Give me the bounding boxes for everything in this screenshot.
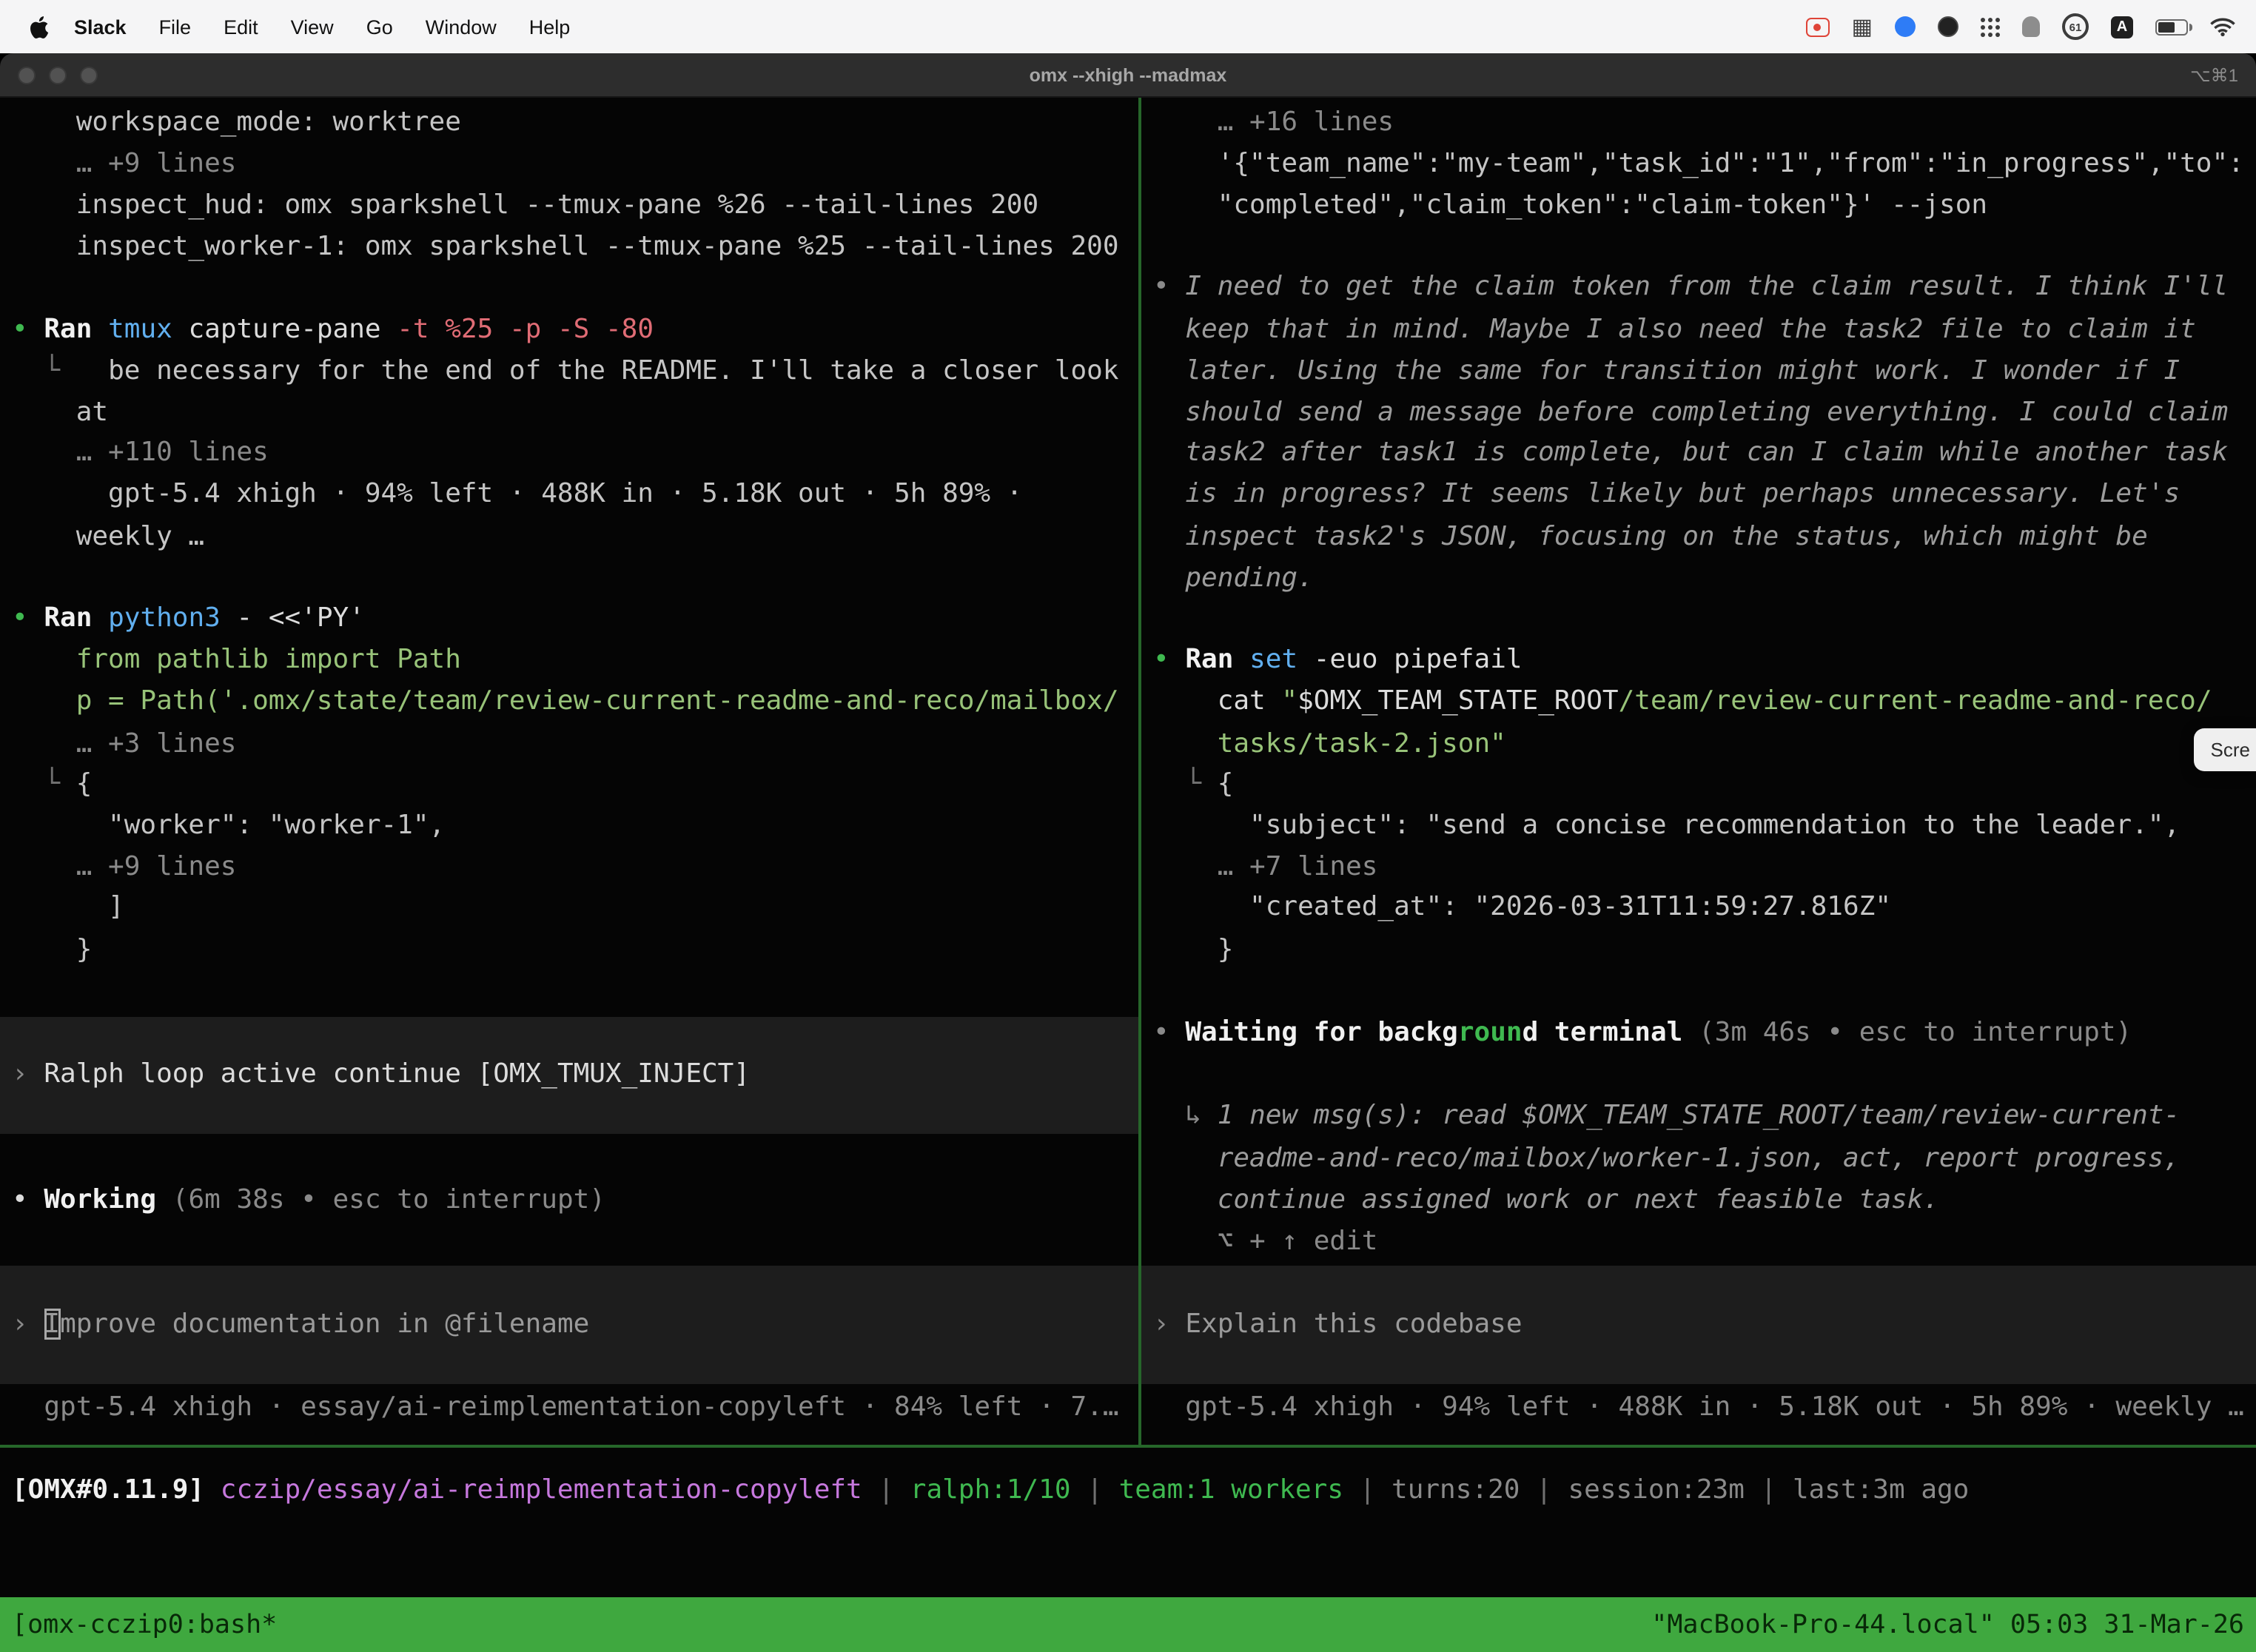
terminal-line: ] <box>12 887 124 928</box>
terminal-line: › Explain this codebase <box>1153 1304 1523 1346</box>
terminal-line: └ { <box>12 764 92 805</box>
minimize-button[interactable] <box>49 66 67 84</box>
terminal-line: … +16 lines <box>1153 102 1394 144</box>
terminal-line: at <box>12 392 108 434</box>
terminal-line: pending. <box>1153 558 1314 600</box>
omx-hud-pane: [OMX#0.11.9] cczip/essay/ai-reimplementa… <box>0 1448 2256 1597</box>
ghost-app-icon[interactable] <box>2022 16 2040 37</box>
window-titlebar[interactable]: omx --xhigh --madmax ⌥⌘1 <box>0 53 2256 98</box>
tmux-status-bar: [omx-cczip0:bash* "MacBook-Pro-44.local"… <box>0 1597 2256 1652</box>
terminal-line: └ be necessary for the end of the README… <box>12 351 1119 392</box>
traffic-lights <box>18 53 98 96</box>
terminal-line: readme-and-reco/mailbox/worker-1.json, a… <box>1153 1138 2180 1180</box>
terminal-line: • Ran set -euo pipefail <box>1153 639 1523 681</box>
terminal-line: • Ran tmux capture-pane -t %25 -p -S -80 <box>12 309 654 351</box>
terminal-line: gpt-5.4 xhigh · essay/ai-reimplementatio… <box>12 1387 1119 1428</box>
terminal-line: … +7 lines <box>1153 847 1377 888</box>
terminal-line: • Ran python3 - <<'PY' <box>12 598 365 639</box>
battery-icon[interactable] <box>2155 19 2188 35</box>
menu-bar-status-icons: 61 A <box>1806 13 2235 40</box>
terminal-line: • Working (6m 38s • esc to interrupt) <box>12 1180 605 1221</box>
terminal-line: should send a message before completing … <box>1153 392 2228 434</box>
menu-item-go[interactable]: Go <box>350 16 409 38</box>
terminal-line: continue assigned work or next feasible … <box>1153 1180 1939 1221</box>
terminal-line: cat "$OMX_TEAM_STATE_ROOT/team/review-cu… <box>1153 681 2212 722</box>
terminal-line: keep that in mind. Maybe I also need the… <box>1153 309 2196 351</box>
terminal-line: • I need to get the claim token from the… <box>1153 266 2228 308</box>
menu-item-view[interactable]: View <box>275 16 350 38</box>
menu-app-name[interactable]: Slack <box>61 16 143 38</box>
terminal-line: "completed","claim_token":"claim-token"}… <box>1153 185 1987 226</box>
menu-item-window[interactable]: Window <box>409 16 513 38</box>
terminal-line: workspace_mode: worktree <box>12 102 461 144</box>
terminal-line: task2 after task1 is complete, but can I… <box>1153 432 2228 474</box>
menu-bar-left: Slack File Edit View Go Window Help <box>21 16 586 38</box>
terminal-line: is in progress? It seems likely but perh… <box>1153 474 2180 515</box>
terminal-line: gpt-5.4 xhigh · 94% left · 488K in · 5.1… <box>12 474 1022 515</box>
terminal-line: } <box>1153 930 1233 971</box>
menu-item-edit[interactable]: Edit <box>207 16 275 38</box>
blue-app-icon[interactable] <box>1895 16 1916 37</box>
terminal-line: gpt-5.4 xhigh · 94% left · 488K in · 5.1… <box>1153 1387 2244 1428</box>
apps-grid-icon[interactable] <box>1981 17 2000 36</box>
menu-bar: Slack File Edit View Go Window Help 61 A <box>0 0 2256 53</box>
terminal-line: tasks/task-2.json" <box>1153 724 1506 765</box>
screen-recording-icon[interactable] <box>1806 17 1830 36</box>
wifi-icon[interactable] <box>2210 17 2235 36</box>
battery-percent-icon[interactable]: 61 <box>2062 13 2089 40</box>
terminal-line: › Ralph loop active continue [OMX_TMUX_I… <box>12 1054 750 1095</box>
terminal-line: ⌥ + ↑ edit <box>1153 1221 1377 1263</box>
terminal-line: "created_at": "2026-03-31T11:59:27.816Z" <box>1153 887 1891 928</box>
terminal-line: inspect_hud: omx sparkshell --tmux-pane … <box>12 185 1038 226</box>
terminal-line: … +3 lines <box>12 724 236 765</box>
terminal-line: › Improve documentation in @filename <box>12 1304 589 1346</box>
terminal-line: ↳ 1 new msg(s): read $OMX_TEAM_STATE_ROO… <box>1153 1095 2180 1137</box>
left-pane[interactable]: workspace_mode: worktree … +9 lines insp… <box>0 98 1138 1445</box>
terminal-line: "subject": "send a concise recommendatio… <box>1153 805 2180 847</box>
window-title: omx --xhigh --madmax <box>1030 64 1227 85</box>
right-pane[interactable]: … +16 lines '{"team_name":"my-team","tas… <box>1141 98 2256 1445</box>
apple-logo-icon[interactable] <box>30 16 49 38</box>
close-button[interactable] <box>18 66 36 84</box>
notification-text: Scre <box>2211 729 2250 770</box>
terminal-content: workspace_mode: worktree … +9 lines insp… <box>0 98 2256 1597</box>
window-shortcut-hint: ⌥⌘1 <box>2190 64 2238 85</box>
terminal-line: └ { <box>1153 764 1233 805</box>
screen: Slack File Edit View Go Window Help 61 A <box>0 0 2256 1652</box>
terminal-line: "worker": "worker-1", <box>12 805 445 847</box>
terminal-line: '{"team_name":"my-team","task_id":"1","f… <box>1153 144 2244 185</box>
terminal-line: inspect task2's JSON, focusing on the st… <box>1153 517 2148 558</box>
input-source-icon[interactable]: A <box>2111 16 2133 38</box>
terminal-line: weekly … <box>12 517 204 558</box>
terminal-line: p = Path('.omx/state/team/review-current… <box>12 681 1119 722</box>
terminal-line: … +9 lines <box>12 847 236 888</box>
terminal-line: … +9 lines <box>12 144 236 185</box>
dark-app-icon[interactable] <box>1938 16 1958 37</box>
tmux-session-label: [omx-cczip0:bash* <box>12 1610 277 1639</box>
terminal-line: from pathlib import Path <box>12 639 461 681</box>
tmux-host-clock: "MacBook-Pro-44.local" 05:03 31-Mar-26 <box>1651 1610 2244 1639</box>
table-grid-icon[interactable] <box>1852 16 1873 38</box>
terminal-line: … +110 lines <box>12 432 269 474</box>
terminal-line: later. Using the same for transition mig… <box>1153 351 2180 392</box>
notification-popup[interactable]: Scre <box>2195 728 2256 771</box>
menu-item-file[interactable]: File <box>143 16 208 38</box>
terminal-line: inspect_worker-1: omx sparkshell --tmux-… <box>12 226 1119 268</box>
terminal-window: omx --xhigh --madmax ⌥⌘1 workspace_mode:… <box>0 53 2256 1652</box>
terminal-line: } <box>12 930 92 971</box>
zoom-button[interactable] <box>80 66 98 84</box>
menu-item-help[interactable]: Help <box>513 16 587 38</box>
terminal-line: • Waiting for background terminal (3m 46… <box>1153 1013 2132 1054</box>
terminal-line: [OMX#0.11.9] cczip/essay/ai-reimplementa… <box>12 1470 1969 1511</box>
